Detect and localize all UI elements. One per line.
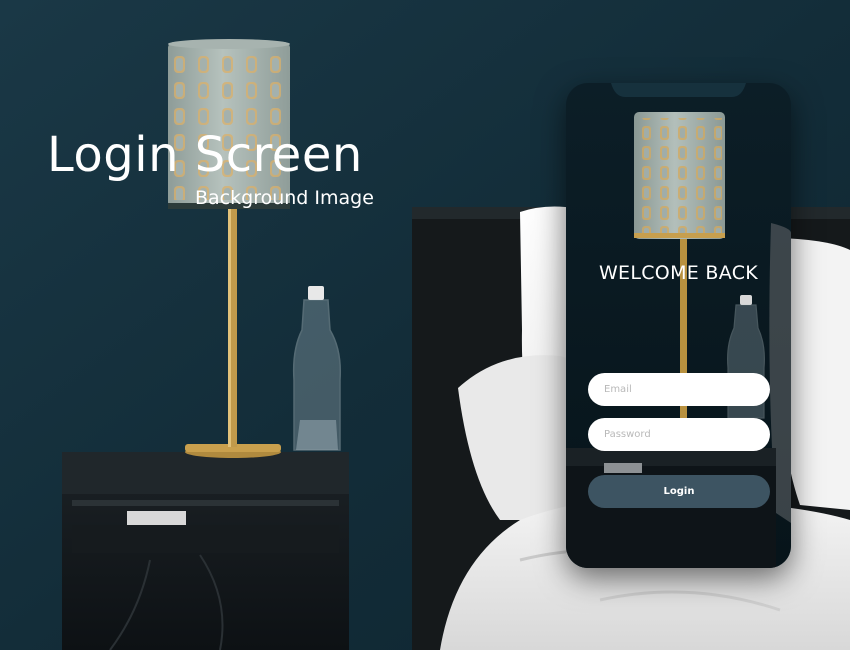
phone-notch-cutout bbox=[611, 83, 746, 97]
login-screen-mockup: Login Screen Background Image WELCOME BA… bbox=[0, 0, 850, 650]
phone-mockup: WELCOME BACK Login bbox=[566, 83, 791, 568]
page-subtitle: Background Image bbox=[195, 187, 374, 209]
email-field[interactable] bbox=[588, 373, 770, 406]
login-button[interactable]: Login bbox=[588, 475, 770, 508]
welcome-heading: WELCOME BACK bbox=[598, 262, 759, 284]
password-field[interactable] bbox=[588, 418, 770, 451]
page-title: Login Screen bbox=[47, 127, 363, 183]
